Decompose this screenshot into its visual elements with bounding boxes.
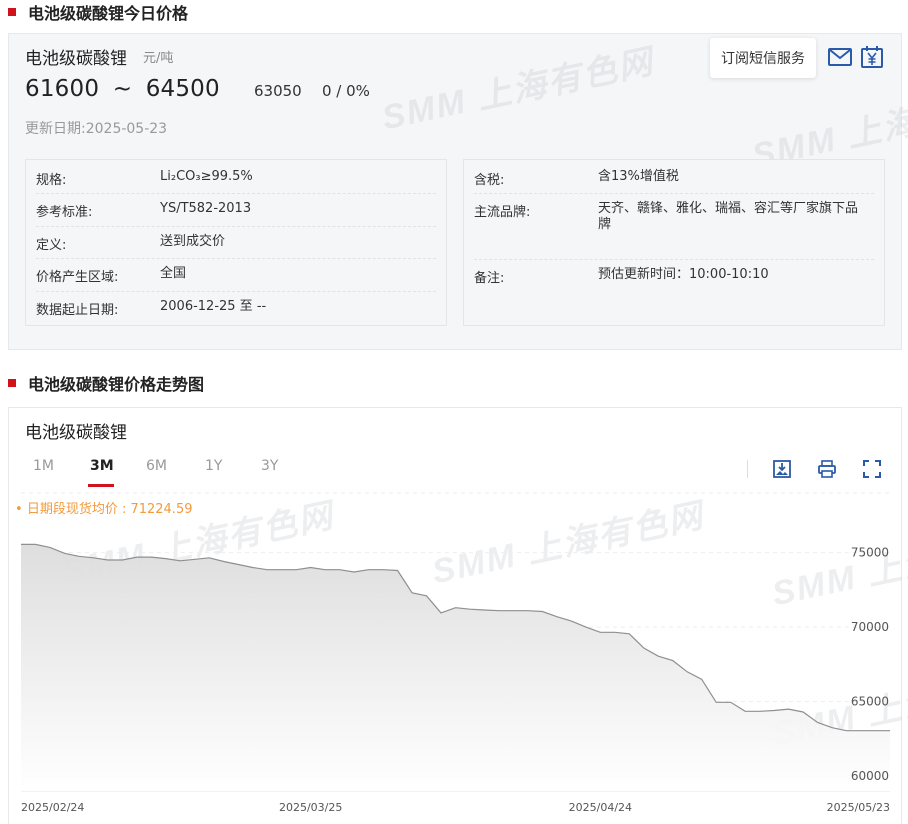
- price-trend-chart[interactable]: 60000 65000 70000 75000 2025/02/24 2025/03/25…: [9, 408, 903, 824]
- divider: [36, 291, 436, 292]
- price-unit: 元/吨: [143, 51, 174, 66]
- subscribe-sms-button[interactable]: 订阅短信服务: [710, 38, 816, 78]
- spec-key: 价格产生区域:: [36, 270, 119, 285]
- price-low: 61600: [25, 76, 100, 102]
- section-title-text: 电池级碳酸锂价格走势图: [28, 375, 205, 394]
- spec-row: 规格: Li₂CO₃≥99.5%: [36, 169, 253, 188]
- update-date-label: 更新日期:: [25, 121, 86, 137]
- spec-value: Li₂CO₃≥99.5%: [160, 169, 253, 184]
- series-area: [21, 544, 890, 791]
- chart-panel: 电池级碳酸锂 1M 3M 6M 1Y 3Y SMM 上海有色网 SMM 上海有色…: [8, 407, 908, 824]
- y-tick-label: 65000: [851, 695, 889, 709]
- x-tick-label: 2025/03/25: [279, 801, 342, 814]
- y-tick-label: 75000: [851, 546, 889, 560]
- average-price: 63050: [254, 82, 302, 100]
- spec-value: YS/T582-2013: [160, 201, 252, 216]
- spec-value: 预估更新时间：10:00-10:10: [598, 267, 769, 282]
- price-tilde: ~: [112, 76, 133, 102]
- price-change: 0 / 0%: [322, 82, 370, 100]
- x-tick-label: 2025/04/24: [569, 801, 632, 814]
- spec-row: 备注: 预估更新时间：10:00-10:10: [474, 267, 769, 286]
- spec-row: 含税: 含13%增值税: [474, 169, 679, 188]
- section-title-text: 电池级碳酸锂今日价格: [28, 4, 189, 23]
- divider: [36, 193, 436, 194]
- spec-box-right: 含税: 含13%增值税 主流品牌: 天齐、赣锋、雅化、瑞福、容汇等厂家旗下品牌 备注…: [463, 159, 885, 326]
- product-name: 电池级碳酸锂: [25, 49, 127, 69]
- spec-key: 参考标准:: [36, 205, 93, 220]
- watermark: SMM 上海有色网: [378, 42, 658, 138]
- spec-value: 含13%增值税: [598, 169, 679, 184]
- divider: [474, 193, 874, 194]
- update-date: 更新日期:2025-05-23: [25, 118, 167, 138]
- spec-key: 规格:: [36, 173, 67, 188]
- x-tick-label: 2025/02/24: [21, 801, 84, 814]
- section-title-today-price: 电池级碳酸锂今日价格: [8, 1, 188, 23]
- spec-value: 天齐、赣锋、雅化、瑞福、容汇等厂家旗下品牌: [598, 201, 859, 232]
- spec-row: 数据起止日期: 2006-12-25 至 --: [36, 299, 266, 318]
- section-title-price-trend: 电池级碳酸锂价格走势图: [8, 372, 204, 394]
- mail-icon[interactable]: [827, 45, 853, 69]
- spec-key: 备注:: [474, 271, 505, 286]
- y-tick-label: 60000: [851, 769, 889, 783]
- x-tick-label: 2025/05/23: [827, 801, 890, 814]
- divider: [36, 258, 436, 259]
- subscribe-sms-label: 订阅短信服务: [721, 51, 805, 67]
- price-panel: SMM 上海有色网 SMM 上海有色网 电池级碳酸锂 元/吨 61600 ~ 6…: [8, 33, 908, 350]
- price-high: 64500: [145, 76, 220, 102]
- spec-key: 含税:: [474, 173, 505, 188]
- spec-box-left: 规格: Li₂CO₃≥99.5% 参考标准: YS/T582-2013 定义: 送到成…: [25, 159, 447, 326]
- y-tick-label: 70000: [851, 620, 889, 634]
- spec-row: 价格产生区域: 全国: [36, 266, 186, 285]
- section-marker: [8, 379, 16, 387]
- spec-key: 主流品牌:: [474, 205, 531, 220]
- update-date-value: 2025-05-23: [85, 121, 168, 137]
- spec-row: 定义: 送到成交价: [36, 234, 225, 253]
- yuan-calendar-icon[interactable]: [859, 45, 885, 69]
- price-range: 61600 ~ 64500: [25, 76, 220, 102]
- spec-value: 全国: [160, 266, 187, 281]
- spec-key: 数据起止日期:: [36, 303, 119, 318]
- spec-value: 2006-12-25 至 --: [160, 299, 267, 314]
- spec-value: 送到成交价: [160, 234, 226, 249]
- section-marker: [8, 8, 16, 16]
- divider: [474, 259, 874, 260]
- spec-key: 定义:: [36, 238, 67, 253]
- spec-row: 参考标准: YS/T582-2013: [36, 201, 251, 220]
- spec-row: 主流品牌: 天齐、赣锋、雅化、瑞福、容汇等厂家旗下品牌: [474, 201, 870, 233]
- divider: [36, 226, 436, 227]
